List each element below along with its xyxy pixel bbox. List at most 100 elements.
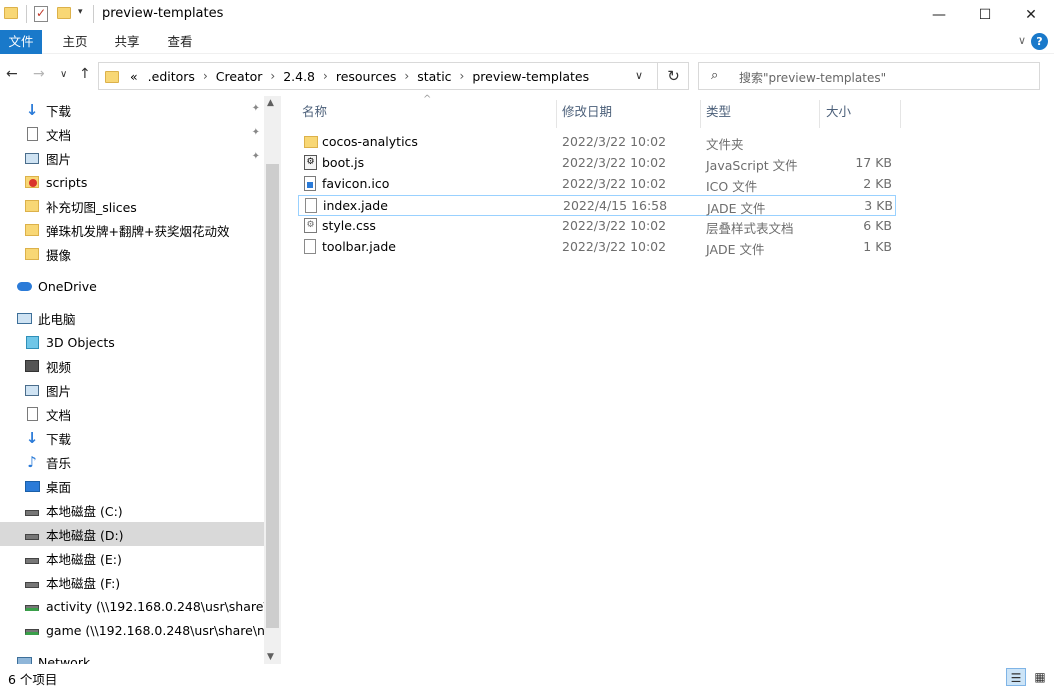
file-size: 2 KB bbox=[863, 176, 892, 191]
properties-check-icon[interactable]: ✓ bbox=[34, 6, 48, 22]
up-button[interactable]: ↑ bbox=[79, 66, 91, 82]
search-box[interactable]: ⌕ 搜索"preview-templates" bbox=[698, 62, 1040, 90]
scrollbar-thumb[interactable] bbox=[266, 164, 279, 628]
recent-locations-dropdown[interactable]: ∨ bbox=[60, 69, 67, 80]
details-view-button[interactable]: ☰ bbox=[1006, 668, 1026, 686]
file-type: 层叠样式表文档 bbox=[706, 221, 794, 236]
folder-icon bbox=[24, 246, 40, 262]
sidebar-item-pc[interactable]: game (\\192.168.0.248\usr\share\ngin bbox=[0, 618, 264, 642]
column-divider[interactable] bbox=[700, 100, 701, 128]
breadcrumb-overflow[interactable]: « bbox=[125, 69, 143, 84]
minimize-button[interactable]: — bbox=[916, 0, 962, 30]
sidebar-item-quick-access[interactable]: 弹珠机发牌+翻牌+获奖烟花动效 bbox=[0, 218, 264, 242]
file-size: 3 KB bbox=[864, 198, 893, 213]
maximize-button[interactable]: ☐ bbox=[962, 0, 1008, 30]
address-bar[interactable]: « .editors › Creator › 2.4.8 › resources… bbox=[98, 62, 689, 90]
tab-view[interactable]: 查看 bbox=[157, 30, 203, 54]
video-icon bbox=[24, 358, 40, 374]
sidebar-item-pc[interactable]: 桌面 bbox=[0, 474, 264, 498]
sidebar-item-pc[interactable]: 本地磁盘 (C:) bbox=[0, 498, 264, 522]
breadcrumb-item[interactable]: preview-templates bbox=[467, 69, 594, 84]
address-dropdown-button[interactable]: ∨ bbox=[635, 69, 643, 82]
nav-item-label: 3D Objects bbox=[46, 334, 115, 350]
nav-item-label: 本地磁盘 (E:) bbox=[46, 551, 122, 567]
sidebar-item-quick-access[interactable]: 摄像 bbox=[0, 242, 264, 266]
search-input[interactable]: 搜索"preview-templates" bbox=[739, 69, 886, 86]
download-arrow-icon: ↓ bbox=[25, 101, 39, 119]
nav-item-label: 本地磁盘 (D:) bbox=[46, 527, 124, 543]
sidebar-item-quick-access[interactable]: scripts bbox=[0, 170, 264, 194]
scroll-down-icon[interactable]: ▼ bbox=[267, 652, 274, 662]
column-header-name[interactable]: 名称 bbox=[302, 100, 327, 128]
sidebar-item-pc[interactable]: 视频 bbox=[0, 354, 264, 378]
refresh-button[interactable]: ↻ bbox=[657, 63, 689, 89]
file-type: JADE 文件 bbox=[707, 201, 766, 216]
pin-icon: ✦ bbox=[251, 151, 260, 162]
forward-button[interactable]: → bbox=[33, 66, 45, 82]
sidebar-item-quick-access[interactable]: 文档 ✦ bbox=[0, 122, 264, 146]
document-icon bbox=[24, 406, 40, 422]
tab-file[interactable]: 文件 bbox=[0, 30, 42, 54]
breadcrumb-item[interactable]: static bbox=[412, 69, 456, 84]
column-header-type[interactable]: 类型 bbox=[706, 100, 731, 128]
breadcrumb-item[interactable]: .editors bbox=[143, 69, 200, 84]
sidebar-item-network[interactable]: Network bbox=[0, 650, 264, 664]
new-folder-icon[interactable] bbox=[57, 7, 71, 19]
file-name: toolbar.jade bbox=[322, 239, 396, 254]
file-row[interactable]: toolbar.jade 2022/3/22 10:02 JADE 文件 1 KB bbox=[298, 237, 896, 258]
network-drive-icon bbox=[24, 622, 40, 638]
file-row[interactable]: ⚙ style.css 2022/3/22 10:02 层叠样式表文档 6 KB bbox=[298, 216, 896, 237]
sidebar-item-pc[interactable]: 文档 bbox=[0, 402, 264, 426]
music-note-icon: ♪ bbox=[27, 453, 37, 471]
scroll-up-icon[interactable]: ▲ bbox=[267, 98, 274, 108]
ribbon-expand-icon[interactable]: ∨ bbox=[1018, 34, 1026, 47]
file-row[interactable]: ⚙ boot.js 2022/3/22 10:02 JavaScript 文件 17 K… bbox=[298, 153, 896, 174]
sidebar-item-pc[interactable]: 本地磁盘 (F:) bbox=[0, 570, 264, 594]
folder-icon bbox=[24, 198, 40, 214]
navigation-pane: ↓ 下载 ✦ 文档 ✦ 图片 ✦ scripts 补充切图_slices 弹珠机发牌+翻牌+获奖烟… bbox=[0, 96, 282, 664]
sidebar-item-pc[interactable]: ↓ 下载 bbox=[0, 426, 264, 450]
file-row[interactable]: cocos-analytics 2022/3/22 10:02 文件夹 bbox=[298, 132, 896, 153]
breadcrumb-item[interactable]: resources bbox=[331, 69, 402, 84]
sidebar-item-pc[interactable]: 本地磁盘 (E:) bbox=[0, 546, 264, 570]
sidebar-item-pc[interactable]: activity (\\192.168.0.248\usr\share\ngi bbox=[0, 594, 264, 618]
sidebar-item-quick-access[interactable]: 补充切图_slices bbox=[0, 194, 264, 218]
chevron-right-icon: › bbox=[323, 69, 328, 83]
nav-item-label: game (\\192.168.0.248\usr\share\ngin bbox=[46, 622, 264, 638]
sidebar-item-pc[interactable]: 图片 bbox=[0, 378, 264, 402]
column-header-date[interactable]: 修改日期 bbox=[562, 100, 612, 128]
column-divider[interactable] bbox=[900, 100, 901, 128]
chevron-right-icon: › bbox=[459, 69, 465, 83]
folder-icon bbox=[105, 71, 119, 83]
close-button[interactable]: ✕ bbox=[1008, 0, 1054, 30]
sidebar-item-pc[interactable]: 本地磁盘 (D:) bbox=[0, 522, 264, 546]
chevron-right-icon: › bbox=[270, 69, 276, 83]
file-type: ICO 文件 bbox=[706, 179, 758, 194]
tab-home[interactable]: 主页 bbox=[52, 30, 98, 54]
css-file-icon: ⚙ bbox=[304, 218, 318, 234]
sidebar-item-pc[interactable]: ♪ 音乐 bbox=[0, 450, 264, 474]
file-row[interactable]: favicon.ico 2022/3/22 10:02 ICO 文件 2 KB bbox=[298, 174, 896, 195]
help-icon[interactable]: ? bbox=[1031, 33, 1048, 50]
back-button[interactable]: ← bbox=[6, 66, 18, 82]
breadcrumb-item[interactable]: 2.4.8 bbox=[278, 69, 320, 84]
sidebar-item-onedrive[interactable]: OneDrive bbox=[0, 274, 264, 298]
tab-share[interactable]: 共享 bbox=[104, 30, 150, 54]
breadcrumb-item[interactable]: Creator bbox=[211, 69, 268, 84]
quick-access-dropdown-icon[interactable]: ▾ bbox=[78, 7, 83, 17]
address-row: ← → ∨ ↑ « .editors › Creator › 2.4.8 › r… bbox=[0, 60, 1054, 92]
folder-icon bbox=[304, 134, 318, 150]
column-header-size[interactable]: 大小 bbox=[826, 100, 851, 128]
column-divider[interactable] bbox=[556, 100, 557, 128]
large-icons-view-button[interactable]: ▦ bbox=[1030, 668, 1050, 686]
sidebar-item-quick-access[interactable]: ↓ 下载 ✦ bbox=[0, 98, 264, 122]
sidebar-item-pc[interactable]: 3D Objects bbox=[0, 330, 264, 354]
navigation-scrollbar[interactable]: ▲ ▼ bbox=[264, 96, 281, 664]
column-divider[interactable] bbox=[819, 100, 820, 128]
file-row[interactable]: index.jade 2022/4/15 16:58 JADE 文件 3 KB bbox=[298, 195, 896, 216]
sidebar-item-this-pc[interactable]: 此电脑 bbox=[0, 306, 264, 330]
nav-item-label: 文档 bbox=[46, 127, 72, 143]
sidebar-item-quick-access[interactable]: 图片 ✦ bbox=[0, 146, 264, 170]
desktop-icon bbox=[24, 478, 40, 494]
cloud-icon bbox=[16, 278, 32, 294]
